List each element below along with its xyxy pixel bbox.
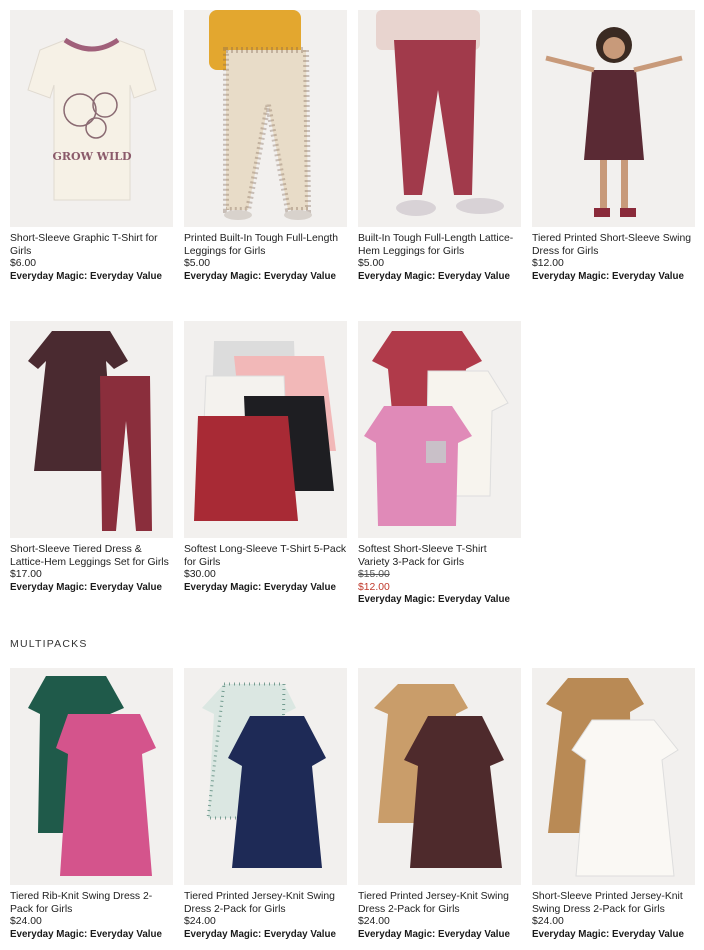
promo-tag: Everyday Magic: Everyday Value xyxy=(358,594,510,606)
product-title[interactable]: Short-Sleeve Graphic T-Shirt for Girls xyxy=(10,233,173,258)
product-card[interactable]: Short-Sleeve Tiered Dress & Lattice-Hem … xyxy=(10,321,173,594)
product-image[interactable] xyxy=(184,321,347,538)
product-title[interactable]: Printed Built-In Tough Full-Length Leggi… xyxy=(184,233,347,258)
product-price: $24.00 xyxy=(10,916,42,928)
product-image[interactable] xyxy=(358,10,521,227)
product-title[interactable]: Tiered Printed Jersey-Knit Swing Dress 2… xyxy=(184,891,347,916)
product-card[interactable]: Short-Sleeve Printed Jersey-Knit Swing D… xyxy=(532,668,695,941)
product-title[interactable]: Tiered Printed Short-Sleeve Swing Dress … xyxy=(532,233,695,258)
product-title[interactable]: Tiered Printed Jersey-Knit Swing Dress 2… xyxy=(358,891,521,916)
product-price: $24.00 xyxy=(358,916,390,928)
product-image[interactable] xyxy=(10,668,173,885)
product-price: $24.00 xyxy=(532,916,564,928)
product-price: $5.00 xyxy=(358,258,385,270)
product-title[interactable]: Short-Sleeve Tiered Dress & Lattice-Hem … xyxy=(10,544,173,569)
product-card[interactable]: Softest Short-Sleeve T-Shirt Variety 3-P… xyxy=(358,321,521,607)
product-image[interactable] xyxy=(532,668,695,885)
product-price: $5.00 xyxy=(184,258,211,270)
promo-tag: Everyday Magic: Everyday Value xyxy=(184,270,336,282)
product-card[interactable]: Built-In Tough Full-Length Lattice-Hem L… xyxy=(358,10,521,283)
product-price: $17.00 xyxy=(10,569,42,581)
product-card[interactable]: Tiered Printed Jersey-Knit Swing Dress 2… xyxy=(184,668,347,941)
promo-tag: Everyday Magic: Everyday Value xyxy=(532,928,684,940)
section-title: MULTIPACKS xyxy=(10,638,88,650)
graphic-text: GROW WILD xyxy=(52,150,132,163)
promo-tag: Everyday Magic: Everyday Value xyxy=(184,581,336,593)
product-title[interactable]: Built-In Tough Full-Length Lattice-Hem L… xyxy=(358,233,521,258)
product-title[interactable]: Softest Long-Sleeve T-Shirt 5-Pack for G… xyxy=(184,544,347,569)
promo-tag: Everyday Magic: Everyday Value xyxy=(10,581,162,593)
product-card[interactable]: Tiered Printed Jersey-Knit Swing Dress 2… xyxy=(358,668,521,941)
sale-price: $12.00 xyxy=(358,581,390,593)
promo-tag: Everyday Magic: Everyday Value xyxy=(10,928,162,940)
product-title[interactable]: Tiered Rib-Knit Swing Dress 2-Pack for G… xyxy=(10,891,173,916)
product-title[interactable]: Short-Sleeve Printed Jersey-Knit Swing D… xyxy=(532,891,695,916)
promo-tag: Everyday Magic: Everyday Value xyxy=(10,270,162,282)
product-price: $12.00 xyxy=(532,258,564,270)
product-card[interactable]: GROW WILD Short-Sleeve Graphic T-Shirt f… xyxy=(10,10,173,283)
product-card[interactable]: Tiered Printed Short-Sleeve Swing Dress … xyxy=(532,10,695,283)
product-title[interactable]: Softest Short-Sleeve T-Shirt Variety 3-P… xyxy=(358,544,521,569)
promo-tag: Everyday Magic: Everyday Value xyxy=(358,270,510,282)
product-price: $24.00 xyxy=(184,916,216,928)
promo-tag: Everyday Magic: Everyday Value xyxy=(532,270,684,282)
product-price: $30.00 xyxy=(184,569,216,581)
product-image[interactable] xyxy=(184,668,347,885)
promo-tag: Everyday Magic: Everyday Value xyxy=(358,928,510,940)
product-image[interactable] xyxy=(358,668,521,885)
product-card[interactable]: Tiered Rib-Knit Swing Dress 2-Pack for G… xyxy=(10,668,173,941)
product-image[interactable] xyxy=(532,10,695,227)
product-card[interactable]: Softest Long-Sleeve T-Shirt 5-Pack for G… xyxy=(184,321,347,594)
product-card[interactable]: Printed Built-In Tough Full-Length Leggi… xyxy=(184,10,347,283)
product-image[interactable]: GROW WILD xyxy=(10,10,173,227)
promo-tag: Everyday Magic: Everyday Value xyxy=(184,928,336,940)
product-image[interactable] xyxy=(184,10,347,227)
product-image[interactable] xyxy=(358,321,521,538)
product-image[interactable] xyxy=(10,321,173,538)
original-price: $15.00 xyxy=(358,569,390,581)
product-price: $6.00 xyxy=(10,258,37,270)
